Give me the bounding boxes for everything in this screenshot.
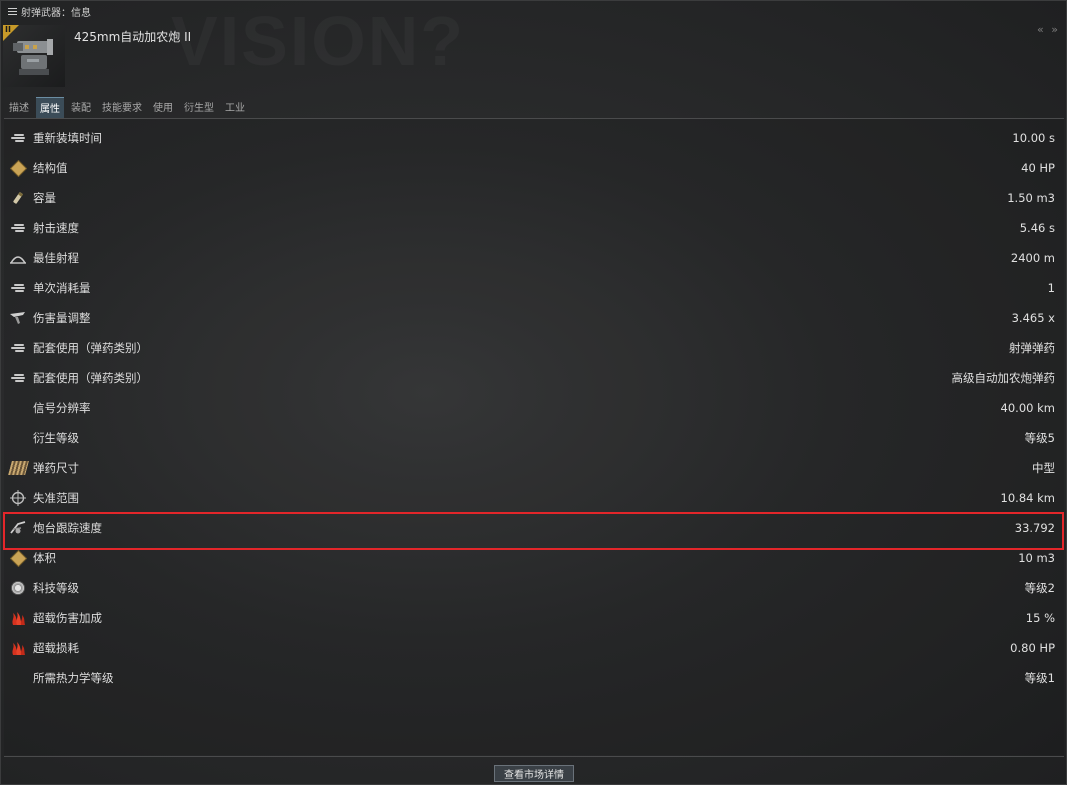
attribute-row[interactable]: 射击速度 5.46 s <box>4 213 1064 243</box>
attribute-label: 所需热力学等级 <box>33 671 114 685</box>
attribute-label: 弹药尺寸 <box>33 461 79 475</box>
attribute-value: 1.50 m3 <box>1007 191 1055 205</box>
attribute-label: 失准范围 <box>33 491 79 505</box>
attribute-label: 信号分辨率 <box>33 401 91 415</box>
attribute-label: 最佳射程 <box>33 251 79 265</box>
attribute-row[interactable]: 单次消耗量 1 <box>4 273 1064 303</box>
attribute-value: 等级2 <box>1024 581 1055 595</box>
attribute-row[interactable]: 信号分辨率 40.00 km <box>4 393 1064 423</box>
tech-badge-label: II <box>5 25 11 34</box>
attribute-label: 衍生等级 <box>33 431 79 445</box>
attribute-row[interactable]: 最佳射程 2400 m <box>4 243 1064 273</box>
tab-requirements[interactable]: 技能要求 <box>98 97 146 118</box>
info-tabs: 描述 属性 装配 技能要求 使用 衍生型 工业 <box>5 97 252 118</box>
item-name: 425mm自动加农炮 II <box>74 30 192 44</box>
attribute-label: 科技等级 <box>33 581 79 595</box>
attribute-label: 体积 <box>33 551 56 565</box>
attribute-row[interactable]: 体积 10 m3 <box>4 543 1064 573</box>
info-window: VISION? 射弹武器：信息 « » II 425mm自动加农炮 II 描述 … <box>0 0 1067 785</box>
tab-industry[interactable]: 工业 <box>221 97 249 118</box>
attribute-row-highlighted[interactable]: 炮台跟踪速度 33.792 <box>4 513 1064 543</box>
attribute-row[interactable]: 容量 1.50 m3 <box>4 183 1064 213</box>
attribute-label: 炮台跟踪速度 <box>33 521 102 535</box>
tab-attributes[interactable]: 属性 <box>36 97 64 118</box>
attribute-value: 40 HP <box>1021 161 1055 175</box>
attribute-value: 15 % <box>1025 611 1055 625</box>
tab-fitting[interactable]: 装配 <box>67 97 95 118</box>
attribute-value: 等级1 <box>1024 671 1055 685</box>
attribute-row[interactable]: 超载损耗 0.80 HP <box>4 633 1064 663</box>
menu-icon[interactable] <box>8 7 17 15</box>
attribute-row[interactable]: 结构值 40 HP <box>4 153 1064 183</box>
attribute-row[interactable]: 重新装填时间 10.00 s <box>4 123 1064 153</box>
attribute-row[interactable]: 科技等级 等级2 <box>4 573 1064 603</box>
capacity-icon <box>8 189 28 207</box>
overheat-flame-icon <box>8 639 28 657</box>
window-title: 射弹武器：信息 <box>21 7 91 19</box>
attribute-label: 容量 <box>33 191 56 205</box>
attribute-row[interactable]: 配套使用（弹药类别） 高级自动加农炮弹药 <box>4 363 1064 393</box>
attribute-label: 伤害量调整 <box>33 311 91 325</box>
range-icon <box>8 249 28 267</box>
attributes-list: 重新装填时间 10.00 s 结构值 40 HP 容量 1.50 m3 射击速度… <box>4 118 1064 755</box>
volume-box-icon <box>8 549 28 567</box>
double-chevron-icon[interactable]: « » <box>1037 23 1060 36</box>
attribute-row[interactable]: 所需热力学等级 等级1 <box>4 663 1064 693</box>
attribute-value: 等级5 <box>1024 431 1055 445</box>
speed-streak-icon <box>8 129 28 147</box>
attribute-label: 重新装填时间 <box>33 131 102 145</box>
attribute-row[interactable]: 衍生等级 等级5 <box>4 423 1064 453</box>
attribute-value: 3.465 x <box>1011 311 1055 325</box>
attribute-label: 超载伤害加成 <box>33 611 102 625</box>
attribute-row[interactable]: 超载伤害加成 15 % <box>4 603 1064 633</box>
structure-box-icon <box>8 159 28 177</box>
speed-streak-icon <box>8 219 28 237</box>
attribute-row[interactable]: 伤害量调整 3.465 x <box>4 303 1064 333</box>
window-footer: 查看市场详情 <box>4 756 1064 785</box>
attribute-value: 2400 m <box>1010 251 1055 265</box>
attribute-row[interactable]: 配套使用（弹药类别） 射弹弹药 <box>4 333 1064 363</box>
falloff-crosshair-icon <box>8 489 28 507</box>
attribute-label: 超载损耗 <box>33 641 79 655</box>
item-thumbnail[interactable]: II <box>3 25 65 87</box>
speed-streak-icon <box>8 279 28 297</box>
attribute-value: 10.00 s <box>1012 131 1055 145</box>
attribute-label: 配套使用（弹药类别） <box>33 371 148 385</box>
speed-streak-icon <box>8 369 28 387</box>
attribute-row[interactable]: 失准范围 10.84 km <box>4 483 1064 513</box>
tab-variations[interactable]: 衍生型 <box>180 97 218 118</box>
ammo-size-icon <box>7 459 29 477</box>
tab-usage[interactable]: 使用 <box>149 97 177 118</box>
attribute-row[interactable]: 弹药尺寸 中型 <box>4 453 1064 483</box>
attribute-value: 1 <box>1047 281 1055 295</box>
attribute-value: 40.00 km <box>1000 401 1055 415</box>
tracking-speed-icon <box>8 519 28 537</box>
attribute-value: 33.792 <box>1014 521 1055 535</box>
attribute-value: 高级自动加农炮弹药 <box>951 371 1056 385</box>
damage-modifier-icon <box>8 309 28 327</box>
attribute-value: 射弹弹药 <box>1009 341 1055 355</box>
attribute-value: 中型 <box>1032 461 1055 475</box>
attribute-value: 0.80 HP <box>1010 641 1055 655</box>
view-market-details-button[interactable]: 查看市场详情 <box>494 765 574 782</box>
attribute-label: 射击速度 <box>33 221 79 235</box>
attribute-value: 10.84 km <box>1000 491 1055 505</box>
attribute-value: 10 m3 <box>1018 551 1055 565</box>
attribute-label: 单次消耗量 <box>33 281 91 295</box>
attribute-label: 结构值 <box>33 161 68 175</box>
attribute-value: 5.46 s <box>1019 221 1055 235</box>
speed-streak-icon <box>8 339 28 357</box>
attribute-label: 配套使用（弹药类别） <box>33 341 148 355</box>
tech-level-icon <box>8 579 28 597</box>
window-titlebar[interactable]: 射弹武器：信息 <box>1 1 1066 21</box>
tab-description[interactable]: 描述 <box>5 97 33 118</box>
overheat-flame-icon <box>8 609 28 627</box>
